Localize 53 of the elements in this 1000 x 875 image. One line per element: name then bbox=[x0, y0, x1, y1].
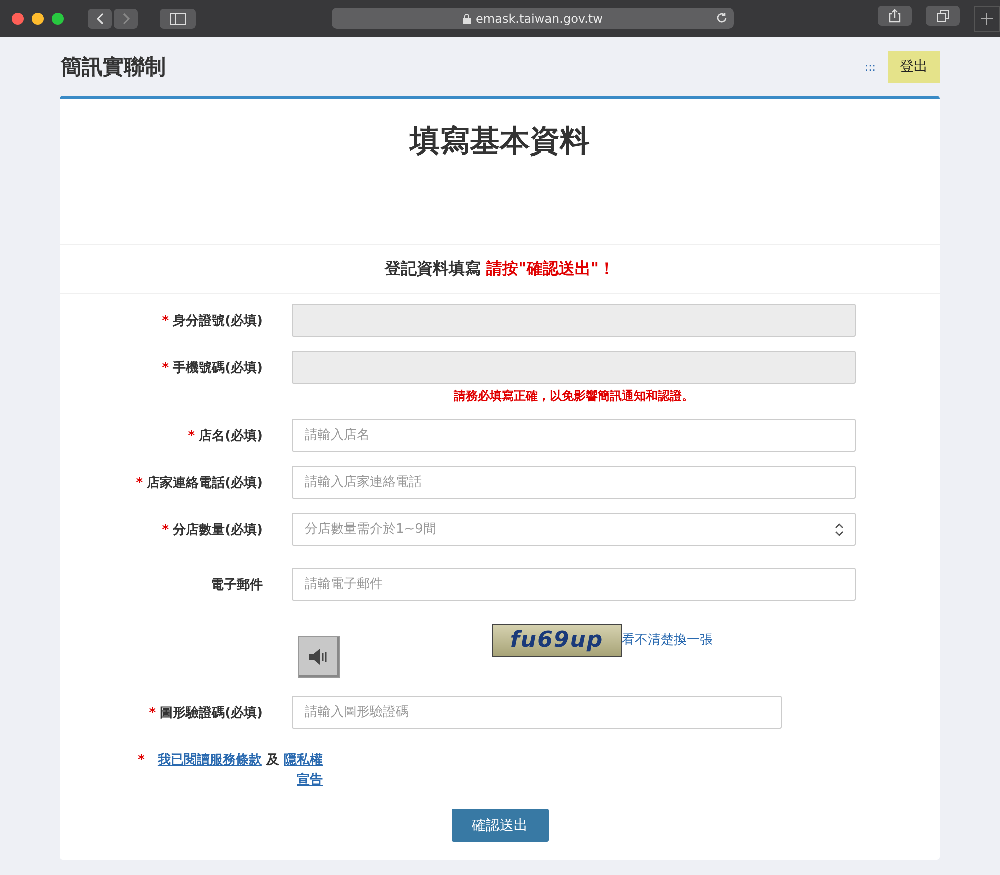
input-field[interactable]: 請輸入圖形驗證碼 bbox=[292, 696, 782, 729]
field-label: 手機號碼(必填) bbox=[173, 360, 263, 376]
required-mark: * bbox=[162, 522, 170, 538]
required-mark: * bbox=[136, 476, 144, 490]
required-mark: * bbox=[149, 706, 156, 720]
url-text: emask.taiwan.gov.tw bbox=[476, 12, 603, 26]
chevron-left-icon bbox=[96, 12, 104, 24]
number-field[interactable]: 分店數量需介於1~9間 bbox=[292, 513, 856, 546]
minimize-icon[interactable] bbox=[32, 12, 44, 24]
sidebar-icon bbox=[170, 12, 186, 24]
field-label: 店名(必填) bbox=[199, 428, 263, 444]
input-field[interactable]: 請輸電子郵件 bbox=[292, 568, 856, 601]
page-title: 填寫基本資料 bbox=[408, 123, 591, 161]
warning-text: 請務必填寫正確，以免影響簡訊通知和認證。 bbox=[452, 388, 695, 405]
reload-icon[interactable] bbox=[716, 12, 728, 24]
field-label: 圖形驗證碼(必填) bbox=[160, 706, 263, 720]
privacy-link[interactable]: 隱私權 宣告 bbox=[284, 751, 323, 791]
terms-link[interactable]: 我已閱讀服務條款 bbox=[158, 753, 262, 768]
logout-button[interactable]: 登出 bbox=[888, 51, 940, 83]
menu-glyph[interactable]: ::: bbox=[864, 60, 876, 74]
share-icon bbox=[889, 8, 901, 22]
lock-icon bbox=[463, 14, 472, 24]
submit-button[interactable]: 確認送出 bbox=[452, 809, 548, 842]
tabs-button[interactable] bbox=[926, 6, 960, 26]
required-mark: * bbox=[162, 360, 170, 376]
back-button[interactable] bbox=[88, 8, 112, 28]
captcha-image: fu69up bbox=[492, 624, 622, 657]
tabs-icon bbox=[937, 10, 949, 22]
share-button[interactable] bbox=[878, 6, 912, 26]
field-label: 身分證號(必填) bbox=[173, 314, 263, 328]
notice-text: 登記資料填寫 請按"確認送出"！ bbox=[384, 258, 616, 280]
site-title: 簡訊實聯制 bbox=[61, 54, 166, 81]
input-field[interactable]: 請輸入店家連絡電話 bbox=[292, 466, 856, 499]
refresh-captcha-link[interactable]: 看不清楚換一張 bbox=[622, 631, 713, 649]
stepper-icon[interactable] bbox=[835, 523, 844, 537]
chevron-right-icon bbox=[122, 12, 130, 24]
required-mark: * bbox=[138, 753, 145, 768]
forward-button[interactable] bbox=[114, 8, 138, 28]
speaker-icon bbox=[308, 647, 330, 667]
audio-button[interactable] bbox=[298, 636, 340, 678]
required-mark: * bbox=[188, 428, 196, 444]
input-field[interactable]: 請輸入店名 bbox=[292, 419, 856, 452]
conjunction-text: 及 bbox=[266, 753, 280, 768]
sidebar-button[interactable] bbox=[160, 8, 196, 28]
new-tab-button[interactable] bbox=[974, 6, 1000, 32]
close-icon[interactable] bbox=[12, 12, 24, 24]
maximize-icon[interactable] bbox=[52, 12, 64, 24]
address-bar[interactable]: emask.taiwan.gov.tw bbox=[332, 8, 734, 29]
plus-icon bbox=[981, 12, 993, 24]
field-label: 電子郵件 bbox=[211, 578, 263, 592]
field-label: 店家連絡電話(必填) bbox=[147, 476, 263, 490]
field-label: 分店數量(必填) bbox=[173, 522, 263, 538]
required-mark: * bbox=[162, 314, 170, 328]
